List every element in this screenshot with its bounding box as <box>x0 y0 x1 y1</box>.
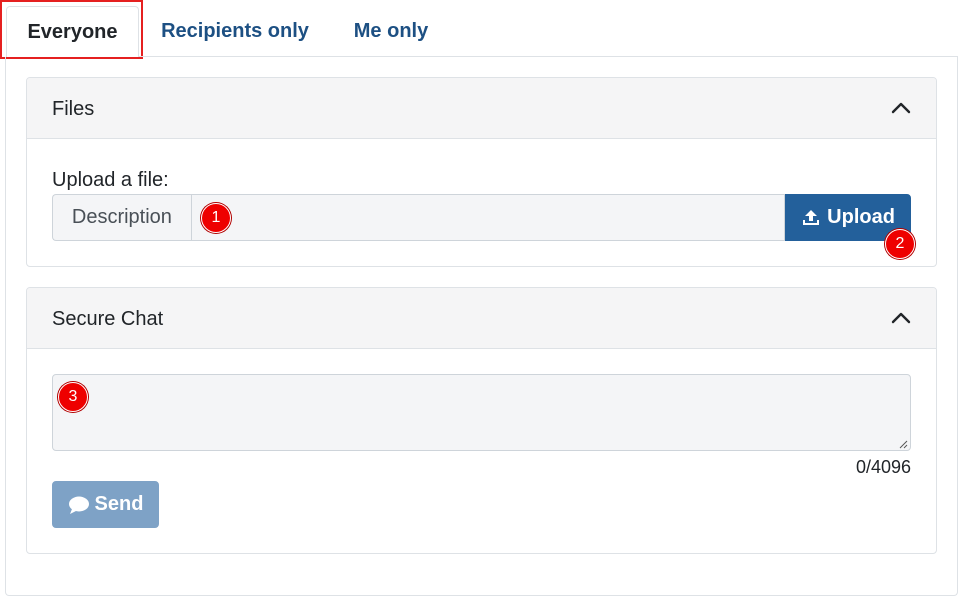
marker-2: 2 <box>885 229 915 259</box>
files-card-title: Files <box>52 98 95 120</box>
files-card-header[interactable]: Files <box>27 78 936 139</box>
send-button[interactable]: Send <box>52 481 159 528</box>
tab-recipients-only[interactable]: Recipients only <box>152 6 318 57</box>
description-addon: Description <box>52 194 191 241</box>
chat-card-header[interactable]: Secure Chat <box>27 288 936 349</box>
upload-button-label: Upload <box>827 206 895 228</box>
upload-input-group: Description Upload <box>52 194 911 241</box>
chat-message-input[interactable] <box>52 374 911 451</box>
character-counter: 0/4096 <box>855 457 911 477</box>
tab-everyone[interactable]: Everyone <box>6 6 139 57</box>
tab-everyone-label: Everyone <box>27 20 118 43</box>
chat-card-title: Secure Chat <box>52 308 164 330</box>
upload-icon <box>803 209 820 225</box>
files-card: Files Upload a file: Description Upload <box>26 77 937 267</box>
marker-3: 3 <box>58 382 88 412</box>
chat-bubble-icon <box>68 496 89 514</box>
tab-me-only-label: Me only <box>353 20 429 42</box>
chevron-up-icon[interactable] <box>890 98 912 118</box>
description-input[interactable] <box>190 194 786 241</box>
upload-file-label: Upload a file: <box>52 169 169 191</box>
resize-grip-icon[interactable] <box>898 439 908 449</box>
tab-me-only[interactable]: Me only <box>344 6 438 57</box>
tab-recipients-only-label: Recipients only <box>161 20 309 42</box>
send-button-label: Send <box>94 493 144 515</box>
secure-chat-card: Secure Chat 0/4096 Send <box>26 287 937 554</box>
chevron-up-icon[interactable] <box>890 308 912 328</box>
marker-1: 1 <box>201 203 231 233</box>
tab-bar: Everyone Recipients only Me only <box>0 0 961 59</box>
